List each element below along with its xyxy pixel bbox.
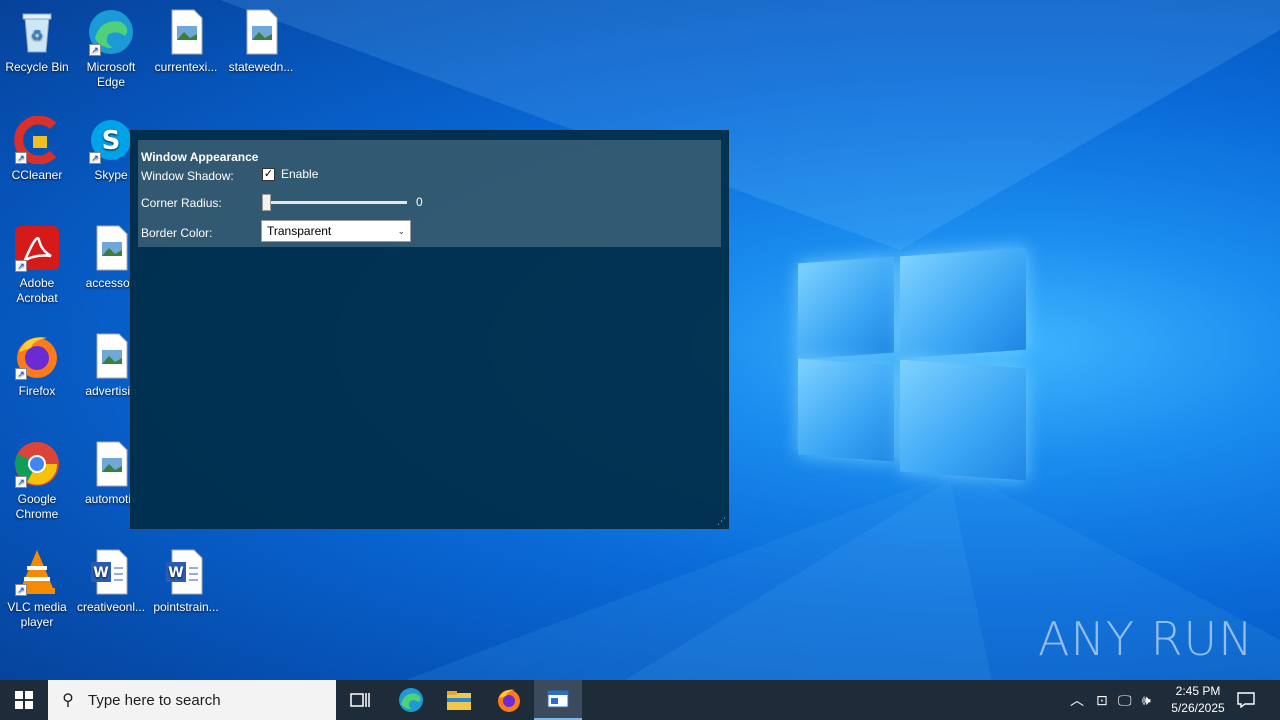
taskbar-search-box[interactable]: ⚲ Type here to search (48, 680, 336, 720)
svg-text:♻: ♻ (31, 27, 44, 43)
notification-center-icon[interactable] (1237, 680, 1259, 720)
desktop-icon-firefox[interactable]: ↗ Firefox (0, 332, 74, 399)
desktop-icon-chrome[interactable]: ↗ Google Chrome (0, 440, 74, 522)
desktop-icon-recycle-bin[interactable]: ♻ Recycle Bin (0, 8, 74, 75)
search-icon: ⚲ (62, 692, 74, 709)
shadow-checkbox[interactable]: ✓ (262, 168, 275, 181)
shadow-checkbox-label[interactable]: Enable (281, 167, 318, 181)
section-title: Window Appearance (141, 150, 259, 164)
image-file-icon (87, 332, 135, 380)
windows-start-icon (15, 691, 33, 709)
border-color-value: Transparent (267, 224, 332, 238)
radius-value: 0 (416, 195, 423, 209)
taskbar-active-app[interactable] (534, 680, 582, 720)
desktop-icon-edge[interactable]: ↗ Microsoft Edge (74, 8, 148, 90)
ccleaner-icon: ↗ (13, 115, 61, 165)
image-file-icon (237, 8, 285, 56)
network-icon[interactable]: 🖵 (1118, 680, 1132, 720)
clock-date: 5/26/2025 (1171, 701, 1225, 715)
vlc-icon: ↗ (13, 548, 61, 596)
border-color-label: Border Color: (141, 226, 213, 240)
resize-grip-icon[interactable]: ⋰ (717, 517, 727, 527)
desktop-icon-acrobat[interactable]: ↗ Adobe Acrobat (0, 224, 74, 306)
svg-text:S: S (102, 126, 121, 156)
desktop-icon-vlc[interactable]: ↗ VLC media player (0, 548, 74, 630)
app-window-icon (547, 690, 569, 708)
window-appearance-dialog[interactable]: Window Appearance Window Shadow: ✓ Enabl… (130, 130, 729, 529)
svg-text:W: W (168, 565, 183, 581)
word-doc-icon: W (162, 548, 210, 596)
desktop-icon-statewedn[interactable]: statewedn... (224, 8, 298, 75)
task-view-icon (350, 693, 370, 707)
clock-time: 2:45 PM (1175, 684, 1221, 698)
search-placeholder: Type here to search (88, 691, 221, 709)
appearance-panel: Window Appearance Window Shadow: ✓ Enabl… (138, 140, 721, 247)
taskbar-firefox[interactable] (485, 680, 533, 720)
shadow-label: Window Shadow: (141, 169, 234, 183)
image-file-icon (87, 440, 135, 488)
svg-text:W: W (93, 565, 108, 581)
start-button[interactable] (0, 680, 48, 720)
skype-icon: S ↗ (87, 116, 135, 164)
firefox-icon: ↗ (13, 332, 61, 380)
file-explorer-icon (447, 691, 471, 710)
show-hidden-icons[interactable]: ︿ (1070, 680, 1084, 720)
border-color-select[interactable]: Transparent ⌄ (261, 220, 411, 242)
firefox-icon (498, 689, 520, 712)
desktop-icon-creativeonl[interactable]: W creativeonl... (74, 548, 148, 615)
radius-label: Corner Radius: (141, 196, 222, 210)
tray-device-icon[interactable]: ⊡ (1096, 680, 1108, 720)
edge-icon: ↗ (87, 8, 135, 56)
taskbar-clock[interactable]: 2:45 PM 5/26/2025 (1164, 683, 1232, 717)
windows-logo-wallpaper (790, 238, 1035, 483)
image-file-icon (162, 8, 210, 56)
chevron-up-icon: ︿ (1070, 692, 1084, 708)
radius-slider-thumb[interactable] (262, 194, 271, 211)
taskbar-edge[interactable] (387, 680, 435, 720)
desktop-icon-ccleaner[interactable]: ↗ CCleaner (0, 115, 74, 183)
chevron-down-icon: ⌄ (397, 226, 405, 236)
acrobat-icon: ↗ (13, 224, 61, 272)
image-file-icon (87, 224, 135, 272)
radius-slider-track[interactable] (266, 201, 407, 204)
desktop-icon-pointstrain[interactable]: W pointstrain... (149, 548, 223, 615)
anyrun-watermark: ANY RUN (1038, 612, 1254, 666)
edge-icon (399, 688, 423, 712)
word-doc-icon: W (87, 548, 135, 596)
volume-icon[interactable]: 🕪 (1142, 680, 1151, 720)
taskbar-file-explorer[interactable] (435, 680, 483, 720)
taskbar: ⚲ Type here to search ︿ ⊡ 🖵 🕪 2:45 PM 5/… (0, 680, 1280, 720)
recycle-bin-icon: ♻ (13, 8, 61, 56)
chrome-icon: ↗ (13, 440, 61, 488)
desktop-icon-currentexi[interactable]: currentexi... (149, 8, 223, 75)
task-view-button[interactable] (336, 680, 384, 720)
